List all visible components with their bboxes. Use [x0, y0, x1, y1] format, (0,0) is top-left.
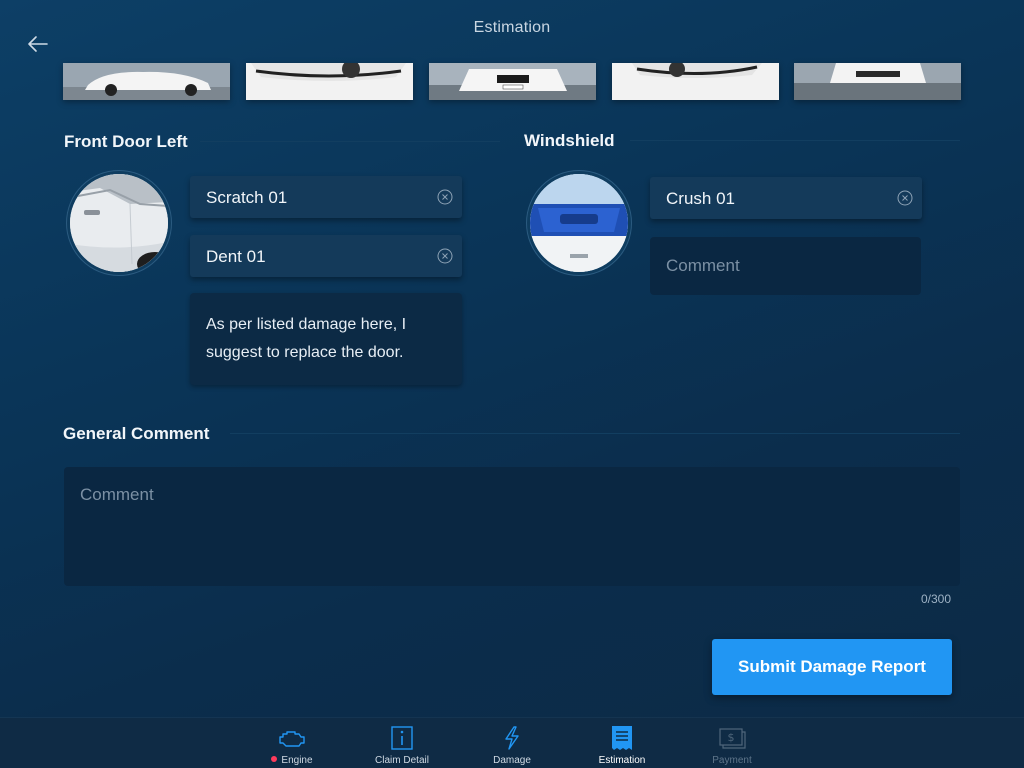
damage-tag[interactable]: Dent 01	[190, 235, 462, 277]
general-comment-textarea[interactable]	[64, 467, 960, 586]
car-photo-thumbnail[interactable]	[794, 63, 961, 100]
front-door-comment[interactable]: As per listed damage here, I suggest to …	[190, 293, 462, 385]
tab-estimation[interactable]: Estimation	[567, 718, 677, 768]
page-title: Estimation	[473, 19, 551, 36]
lightning-icon	[505, 726, 519, 750]
character-counter: 0/300	[920, 592, 951, 606]
section-title-front-door: Front Door Left	[64, 132, 188, 151]
svg-text:$: $	[728, 731, 735, 744]
bottom-tab-bar: Engine Claim Detail Damage Estimation $ …	[0, 718, 1024, 768]
car-photo-thumbnail[interactable]	[63, 63, 230, 100]
payment-icon: $	[719, 728, 746, 749]
damage-tag-label: Dent 01	[206, 247, 266, 266]
remove-tag-icon[interactable]	[897, 190, 913, 206]
tab-damage[interactable]: Damage	[457, 718, 567, 768]
damage-tag-label: Crush 01	[666, 189, 735, 208]
photo-strip	[63, 63, 961, 101]
tab-label: Engine	[281, 755, 313, 766]
divider	[630, 140, 960, 141]
windshield-photo[interactable]	[527, 171, 631, 275]
tab-label: Claim Detail	[375, 755, 429, 766]
damage-tag[interactable]: Crush 01	[650, 177, 922, 219]
remove-tag-icon[interactable]	[437, 189, 453, 205]
alert-dot	[271, 756, 278, 762]
section-title-general-comment: General Comment	[63, 424, 210, 443]
car-photo-thumbnail[interactable]	[612, 63, 779, 100]
front-door-photo[interactable]	[67, 171, 171, 275]
damage-tag-label: Scratch 01	[206, 188, 288, 207]
tab-engine[interactable]: Engine	[237, 718, 347, 768]
damage-tag[interactable]: Scratch 01	[190, 176, 462, 218]
section-title-windshield: Windshield	[524, 131, 615, 150]
tab-label: Estimation	[598, 755, 646, 766]
front-door-comment-text: As per listed damage here, I suggest to …	[206, 316, 407, 361]
divider	[200, 141, 500, 142]
remove-tag-icon[interactable]	[437, 248, 453, 264]
tab-payment[interactable]: $ Payment	[677, 718, 787, 768]
car-photo-thumbnail[interactable]	[246, 63, 413, 100]
windshield-comment-input[interactable]	[650, 237, 921, 295]
tab-claim-detail[interactable]: Claim Detail	[347, 718, 457, 768]
car-photo-thumbnail[interactable]	[429, 63, 596, 100]
info-icon	[391, 726, 413, 750]
engine-icon	[279, 731, 305, 747]
submit-damage-report-button[interactable]: Submit Damage Report	[712, 639, 952, 695]
divider	[230, 433, 960, 434]
tab-label: Damage	[493, 755, 531, 766]
tab-label: Payment	[712, 755, 752, 766]
receipt-icon	[612, 726, 632, 750]
